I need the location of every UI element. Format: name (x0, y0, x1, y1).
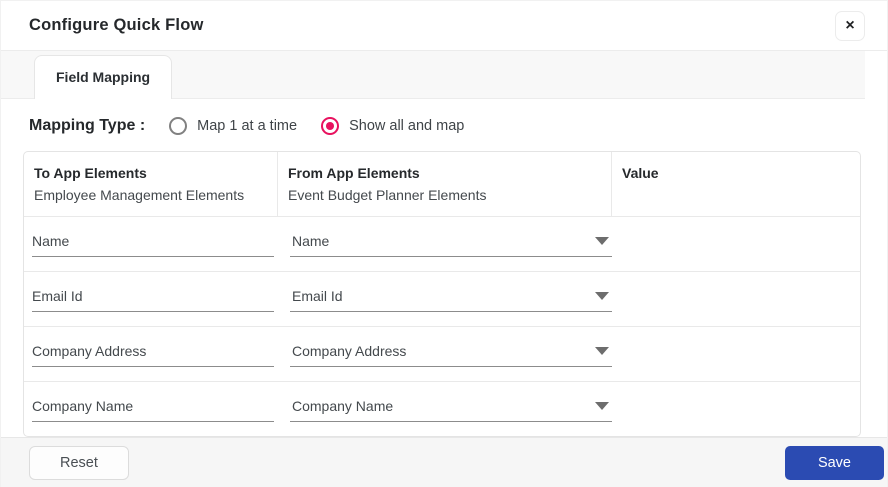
radio-unselected-icon[interactable] (169, 117, 188, 135)
to-element-cell (24, 327, 278, 381)
table-row: Company Name (24, 381, 860, 436)
close-button[interactable]: × (835, 10, 865, 41)
column-subtitle: Event Budget Planner Elements (288, 186, 487, 203)
to-element-input[interactable] (32, 231, 274, 258)
column-header-to-app: To App Elements Employee Management Elem… (24, 152, 278, 217)
select-value: Company Address (292, 343, 407, 360)
configure-quick-flow-dialog: Configure Quick Flow × Field Mapping Map… (0, 0, 888, 487)
chevron-down-icon (595, 237, 609, 246)
table-row: Name (24, 216, 860, 271)
to-element-cell (24, 217, 278, 271)
value-cell (612, 327, 860, 381)
radio-option-show-all-and-map[interactable]: Show all and map (321, 117, 464, 135)
value-cell (612, 382, 860, 436)
tab-field-mapping[interactable]: Field Mapping (34, 55, 173, 99)
column-title: From App Elements (288, 165, 420, 181)
dialog-header: Configure Quick Flow × (1, 1, 887, 51)
table-header-row: To App Elements Employee Management Elem… (24, 152, 860, 217)
from-element-select[interactable]: Name (290, 231, 612, 258)
to-element-cell (24, 382, 278, 436)
reset-button[interactable]: Reset (29, 445, 129, 480)
save-button[interactable]: Save (784, 445, 884, 480)
from-element-cell: Company Name (278, 382, 612, 436)
dialog-title: Configure Quick Flow (29, 16, 204, 34)
chevron-down-icon (595, 402, 609, 411)
select-value: Name (292, 233, 330, 250)
dialog-footer: Reset Save (1, 437, 887, 487)
column-title: To App Elements (34, 165, 147, 181)
table-row: Email Id (24, 271, 860, 326)
select-value: Company Name (292, 398, 394, 415)
tab-strip: Field Mapping (1, 51, 865, 99)
chevron-down-icon (595, 347, 609, 356)
mapping-type-label: Mapping Type : (29, 117, 146, 134)
column-header-value: Value (612, 152, 860, 216)
column-title: Value (622, 165, 659, 181)
value-cell (612, 217, 860, 271)
field-mapping-table: To App Elements Employee Management Elem… (23, 151, 861, 438)
column-subtitle: Employee Management Elements (34, 186, 245, 203)
close-icon: × (845, 16, 855, 34)
column-header-from-app: From App Elements Event Budget Planner E… (278, 152, 612, 217)
table-row: Company Address (24, 326, 860, 381)
chevron-down-icon (595, 292, 609, 301)
to-element-cell (24, 272, 278, 326)
dialog-content: Mapping Type : Map 1 at a time Show all … (1, 99, 887, 438)
to-element-input[interactable] (32, 396, 274, 423)
radio-option-label: Show all and map (349, 118, 465, 134)
to-element-input[interactable] (32, 286, 274, 313)
from-element-cell: Company Address (278, 327, 612, 381)
from-element-select[interactable]: Company Address (290, 341, 612, 368)
from-element-select[interactable]: Email Id (290, 286, 612, 313)
select-value: Email Id (292, 288, 343, 305)
radio-option-map-1-at-a-time[interactable]: Map 1 at a time (169, 117, 297, 135)
to-element-input[interactable] (32, 341, 274, 368)
tab-label: Field Mapping (56, 69, 151, 85)
from-element-cell: Email Id (278, 272, 612, 326)
radio-option-label: Map 1 at a time (197, 118, 298, 134)
from-element-select[interactable]: Company Name (290, 396, 612, 423)
mapping-type-row: Mapping Type : Map 1 at a time Show all … (29, 112, 861, 140)
from-element-cell: Name (278, 217, 612, 271)
value-cell (612, 272, 860, 326)
radio-selected-icon[interactable] (321, 117, 340, 135)
